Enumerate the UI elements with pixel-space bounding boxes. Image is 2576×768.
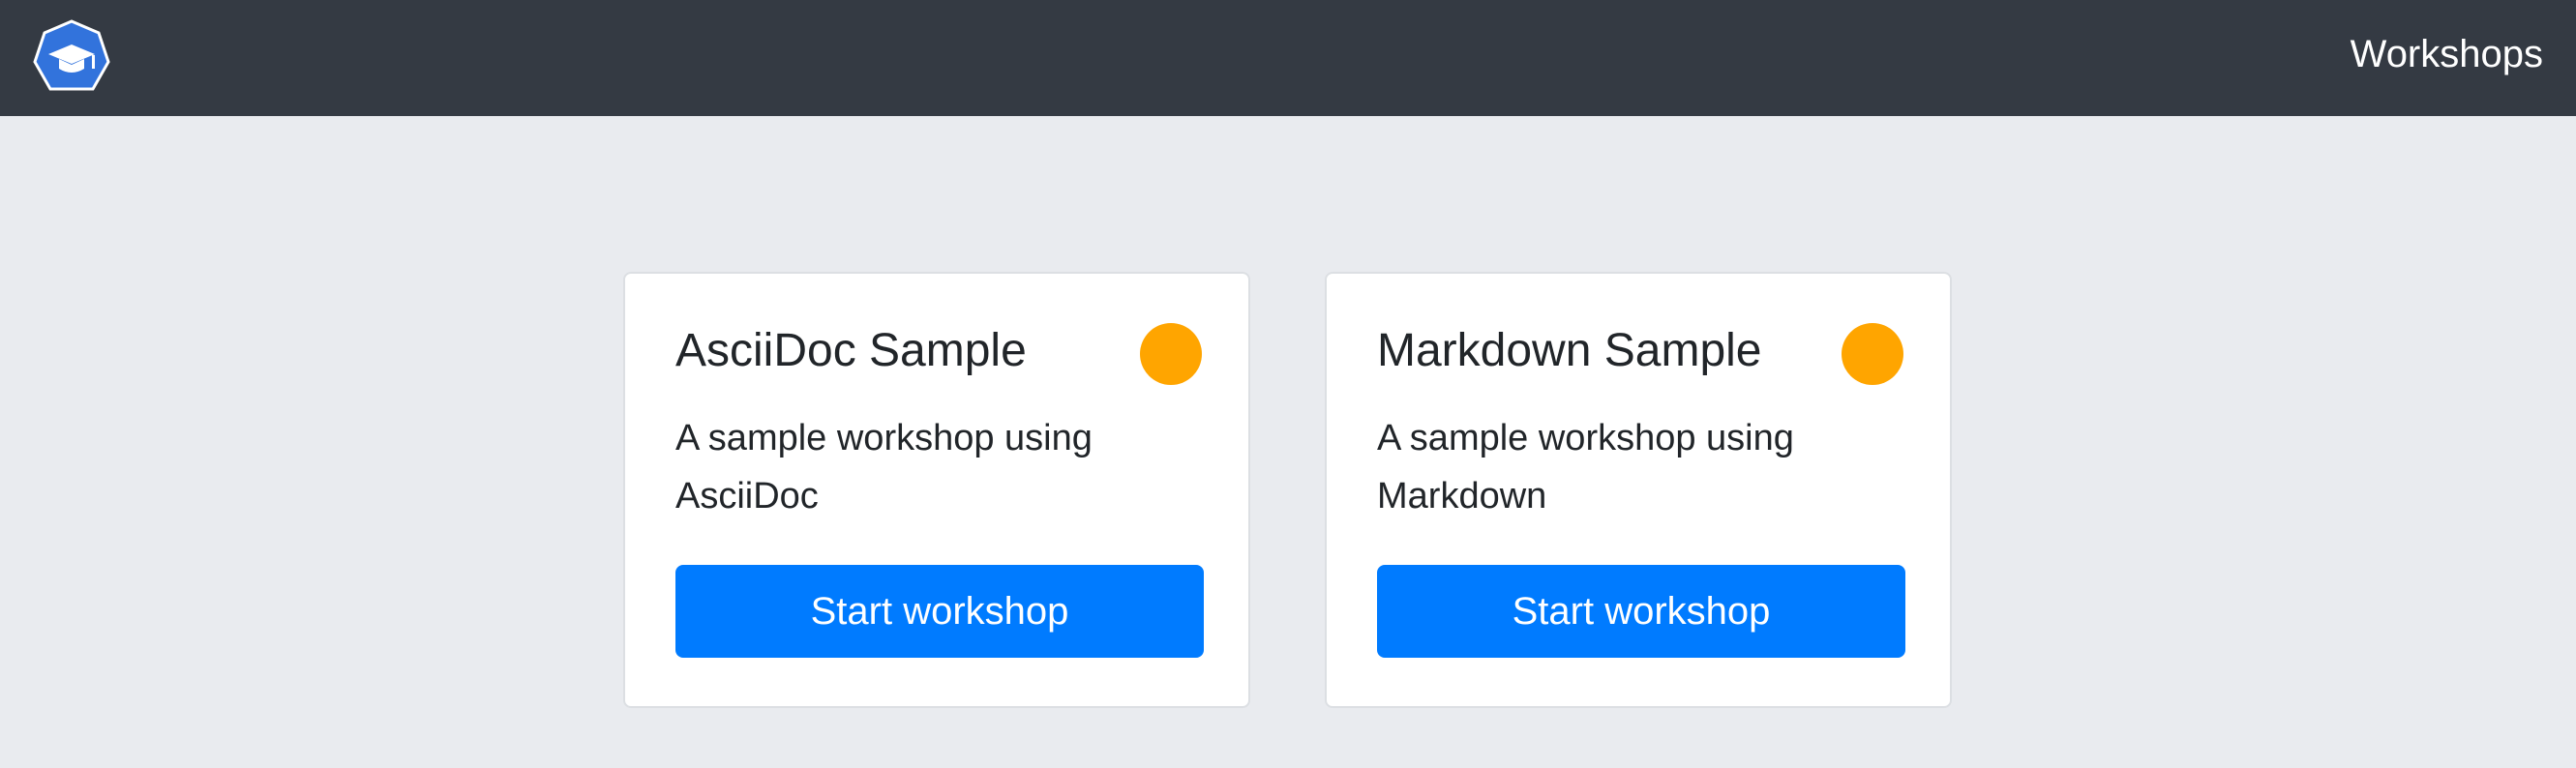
graduation-cap-icon[interactable] <box>33 19 110 97</box>
workshop-card-asciidoc: AsciiDoc Sample A sample workshop using … <box>623 272 1250 708</box>
page-title: Workshops <box>2350 33 2543 75</box>
workshop-title: AsciiDoc Sample <box>675 325 1027 376</box>
status-dot-icon <box>1842 323 1903 385</box>
start-workshop-button[interactable]: Start workshop <box>675 565 1204 658</box>
workshop-description: A sample workshop using Markdown <box>1377 418 1794 517</box>
status-dot-icon <box>1140 323 1202 385</box>
workshop-description: A sample workshop using AsciiDoc <box>675 418 1093 517</box>
workshop-title: Markdown Sample <box>1377 325 1762 376</box>
workshop-card-markdown: Markdown Sample A sample workshop using … <box>1325 272 1952 708</box>
top-navbar: Workshops <box>0 0 2576 116</box>
start-workshop-button[interactable]: Start workshop <box>1377 565 1905 658</box>
